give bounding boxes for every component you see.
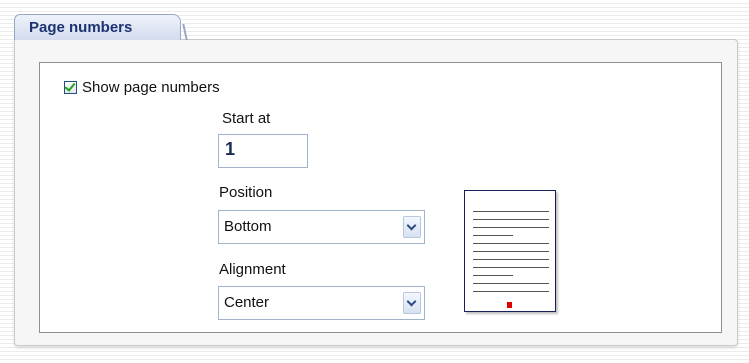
show-page-numbers-label: Show page numbers [82, 78, 220, 96]
position-select[interactable]: Bottom [218, 210, 425, 244]
preview-text-line [473, 291, 549, 292]
start-at-label: Start at [222, 110, 271, 127]
preview-text-line [473, 235, 513, 236]
position-label: Position [219, 184, 273, 201]
preview-text-line [473, 211, 549, 212]
alignment-label: Alignment [219, 261, 286, 278]
preview-text-line [473, 259, 549, 260]
chevron-down-icon[interactable] [403, 216, 421, 238]
preview-text-line [473, 219, 549, 220]
preview-text-line [473, 275, 513, 276]
checkmark-icon [64, 79, 76, 92]
alignment-select[interactable]: Center [218, 286, 425, 320]
page-number-marker [507, 302, 512, 308]
preview-text-line [473, 251, 549, 252]
chevron-down-icon[interactable] [403, 292, 421, 314]
preview-text-line [473, 227, 549, 228]
page-preview [464, 190, 556, 312]
show-page-numbers-row[interactable]: Show page numbers [64, 78, 220, 96]
tab-page-numbers[interactable]: Page numbers [14, 14, 181, 40]
alignment-selected-value: Center [224, 294, 270, 311]
preview-text-line [473, 243, 549, 244]
preview-text-line [473, 267, 549, 268]
show-page-numbers-checkbox[interactable] [64, 79, 77, 94]
position-selected-value: Bottom [224, 218, 272, 235]
start-at-input[interactable]: 1 [218, 134, 308, 168]
preview-text-line [473, 283, 549, 284]
